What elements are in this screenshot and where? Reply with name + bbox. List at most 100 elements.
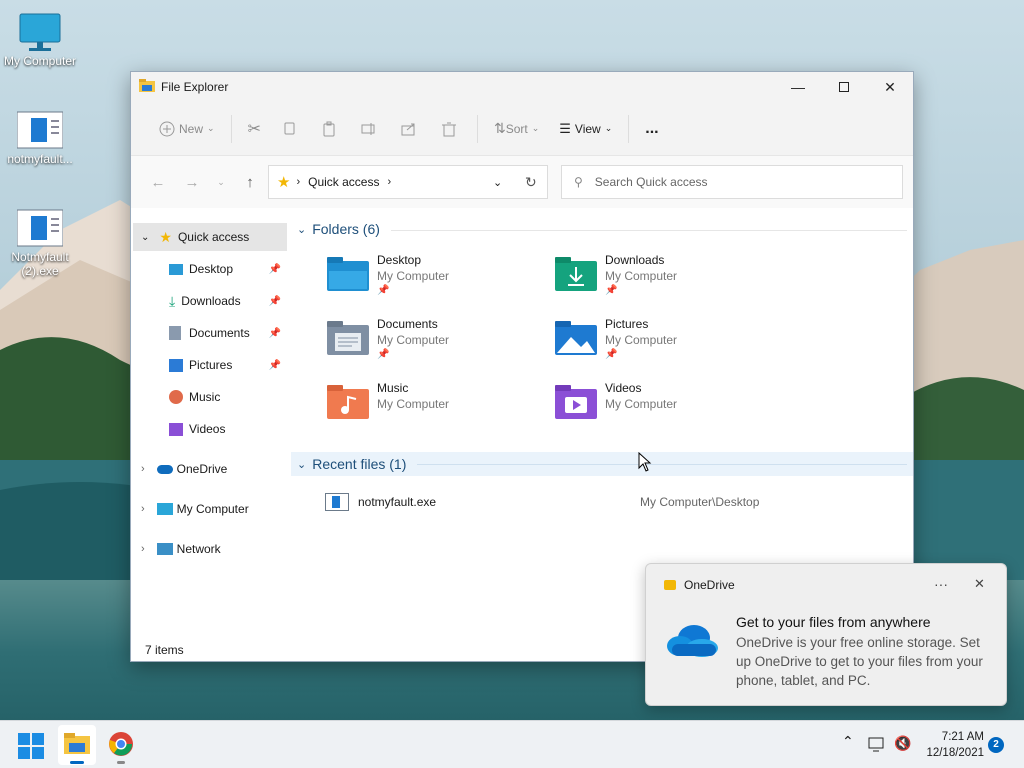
show-hidden-icons-chevron-up-icon[interactable]: ⌃ <box>842 733 854 750</box>
new-button-label: New <box>179 121 204 136</box>
recent-file-row[interactable]: notmyfault.exe My Computer\Desktop <box>321 493 907 515</box>
documents-folder-icon <box>327 321 369 355</box>
sort-button-label: Sort <box>505 121 528 136</box>
sidebar-item-music[interactable]: Music <box>133 383 287 411</box>
address-history-dropdown[interactable]: ⌄ <box>493 176 502 189</box>
folder-location: My Computer <box>605 269 678 283</box>
desktop-icon-notmyfault-2[interactable]: Notmyfault (2).exe <box>0 208 80 278</box>
see-more-button[interactable]: ... <box>635 113 668 145</box>
folder-videos[interactable]: Videos My Computer <box>555 381 755 437</box>
music-icon <box>169 390 183 404</box>
sidebar-item-pictures[interactable]: Pictures 📌 <box>133 351 287 379</box>
delete-button[interactable] <box>431 113 471 145</box>
view-button[interactable]: ☰ View ⌄ <box>549 113 622 145</box>
folders-section-header[interactable]: ⌄ Folders (6) <box>297 221 380 237</box>
recent-file-name: notmyfault.exe <box>358 495 437 509</box>
pin-icon: 📌 <box>268 327 281 339</box>
network-icon <box>156 543 173 555</box>
minimize-button[interactable]: — <box>775 72 821 102</box>
search-input[interactable]: Search Quick access <box>595 175 708 189</box>
paste-icon <box>323 121 335 136</box>
sidebar-item-desktop[interactable]: Desktop 📌 <box>133 255 287 283</box>
volume-muted-icon[interactable]: 🔇 <box>894 735 911 752</box>
notification-body: OneDrive is your free online storage. Se… <box>736 635 983 688</box>
folder-name: Documents <box>377 317 438 331</box>
folder-location: My Computer <box>605 397 678 411</box>
chevron-down-icon: ⌄ <box>531 123 540 133</box>
clock-time: 7:21 AM <box>941 731 984 743</box>
windows-logo-icon <box>18 733 44 759</box>
taskbar-chrome[interactable] <box>108 731 134 764</box>
clock-date: 12/18/2021 <box>926 747 984 759</box>
sidebar-item-videos[interactable]: Videos <box>133 415 287 443</box>
notification-close-button[interactable]: ✕ <box>974 576 985 592</box>
forward-button[interactable]: → <box>175 167 209 197</box>
recent-locations-button[interactable]: ⌄ <box>209 167 233 197</box>
sidebar-item-network[interactable]: › Network <box>133 535 287 563</box>
cut-button[interactable]: ✂ <box>238 113 271 145</box>
new-button[interactable]: New ⌄ <box>149 113 225 145</box>
up-button[interactable]: ↑ <box>233 167 267 197</box>
sidebar-item-downloads[interactable]: ⤓ Downloads 📌 <box>133 287 287 315</box>
running-indicator <box>117 761 125 764</box>
breadcrumb-quick-access[interactable]: Quick access <box>308 175 379 189</box>
pin-icon: 📌 <box>605 285 618 296</box>
cloud-icon <box>156 464 173 474</box>
share-button[interactable] <box>391 113 431 145</box>
search-icon: ⚲ <box>574 175 583 189</box>
scissors-icon: ✂ <box>247 120 261 138</box>
folder-name: Videos <box>605 381 642 395</box>
maximize-button[interactable] <box>821 72 867 102</box>
documents-icon <box>169 326 181 340</box>
pin-icon: 📌 <box>268 263 281 275</box>
desktop-icon-my-computer[interactable]: My Computer <box>0 12 80 68</box>
view-button-label: View <box>574 121 601 136</box>
taskbar-file-explorer[interactable] <box>58 725 96 765</box>
folder-downloads[interactable]: Downloads My Computer 📌 <box>555 253 755 309</box>
desktop-icon-notmyfault[interactable]: notmyfault... <box>0 110 80 166</box>
paste-button[interactable] <box>311 113 351 145</box>
arrow-right-icon: → <box>184 173 200 191</box>
sidebar-item-quick-access[interactable]: ⌄ ★ Quick access <box>133 223 287 251</box>
close-icon: ✕ <box>884 78 896 95</box>
onedrive-notification[interactable]: OneDrive ··· ✕ Get to your files from an… <box>645 563 1007 706</box>
pin-icon: 📌 <box>605 349 618 360</box>
back-button[interactable]: ← <box>141 167 175 197</box>
chevron-down-icon: ⌄ <box>604 123 613 133</box>
folder-pictures[interactable]: Pictures My Computer 📌 <box>555 317 755 373</box>
title-bar[interactable]: File Explorer — ✕ <box>131 72 913 102</box>
breadcrumb-separator-icon: › <box>296 176 301 188</box>
sidebar-item-my-computer[interactable]: › My Computer <box>133 495 287 523</box>
start-button[interactable] <box>18 733 44 759</box>
clock[interactable]: 7:21 AM 12/18/2021 <box>918 729 984 761</box>
address-bar[interactable]: ★ › Quick access › ⌄ ↻ <box>268 165 548 199</box>
refresh-icon[interactable]: ↻ <box>525 174 537 191</box>
search-box[interactable]: ⚲ Search Quick access <box>561 165 903 199</box>
folder-desktop[interactable]: Desktop My Computer 📌 <box>327 253 527 309</box>
close-button[interactable]: ✕ <box>867 72 913 102</box>
folder-location: My Computer <box>377 397 450 411</box>
chevron-down-icon: ⌄ <box>297 223 307 236</box>
more-icon: ... <box>645 119 659 137</box>
network-status-icon[interactable] <box>868 737 886 753</box>
notification-more-button[interactable]: ··· <box>934 576 948 592</box>
notification-heading: Get to your files from anywhere <box>736 614 931 630</box>
copy-button[interactable] <box>271 113 311 145</box>
sort-button[interactable]: ⇅ Sort ⌄ <box>484 113 549 145</box>
folder-documents[interactable]: Documents My Computer 📌 <box>327 317 527 373</box>
folder-location: My Computer <box>605 333 678 347</box>
taskbar: ⌃ 🔇 7:21 AM 12/18/2021 2 <box>0 720 1024 768</box>
breadcrumb-separator-icon: › <box>387 176 392 188</box>
sidebar-item-onedrive[interactable]: › OneDrive <box>133 455 287 483</box>
notification-badge[interactable]: 2 <box>988 737 1004 753</box>
folder-name: Pictures <box>605 317 649 331</box>
sidebar-item-documents[interactable]: Documents 📌 <box>133 319 287 347</box>
chrome-icon <box>109 732 133 756</box>
chevron-right-icon: › <box>141 463 145 475</box>
folder-location: My Computer <box>377 269 450 283</box>
folder-music[interactable]: Music My Computer <box>327 381 527 437</box>
toolbar-divider <box>230 114 232 143</box>
chevron-down-icon: ⌄ <box>297 458 307 471</box>
recent-files-section-header[interactable]: ⌄ Recent files (1) <box>297 456 406 472</box>
rename-button[interactable] <box>351 113 391 145</box>
